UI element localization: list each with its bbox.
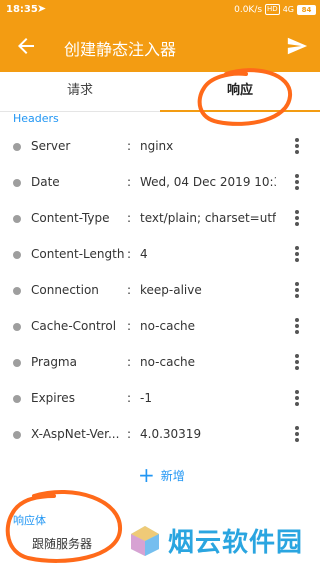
separator: :: [127, 175, 132, 189]
row-bullet: [13, 215, 21, 223]
header-row[interactable]: Connection : keep-alive: [0, 273, 320, 309]
header-value: 4.0.30319: [140, 427, 202, 441]
status-time: 18:35: [6, 4, 38, 15]
watermark: 烟云软件园: [128, 522, 303, 559]
network-speed: 0.0K/s: [234, 4, 263, 15]
header-key: Server: [31, 139, 71, 153]
add-header-button[interactable]: + 新增: [138, 464, 185, 486]
back-arrow-icon[interactable]: [14, 34, 38, 58]
separator: :: [127, 247, 132, 261]
row-bullet: [13, 251, 21, 259]
row-bullet: [13, 287, 21, 295]
more-vert-icon[interactable]: [292, 138, 302, 156]
header-value: Wed, 04 Dec 2019 10:3...: [140, 175, 276, 189]
more-vert-icon[interactable]: [292, 246, 302, 264]
status-indicators: 0.0K/s HD 4G 84: [234, 4, 316, 15]
row-bullet: [13, 323, 21, 331]
header-key: Connection: [31, 283, 99, 297]
header-row[interactable]: Server : nginx: [0, 129, 320, 165]
app-bar: 创建静态注入器: [0, 22, 320, 72]
header-value: no-cache: [140, 319, 196, 333]
more-vert-icon[interactable]: [292, 174, 302, 192]
more-vert-icon[interactable]: [292, 210, 302, 228]
row-bullet: [13, 179, 21, 187]
header-value: text/plain; charset=utf-8: [140, 211, 276, 225]
header-value: keep-alive: [140, 283, 202, 297]
battery-icon: 84: [297, 4, 316, 15]
separator: :: [127, 319, 132, 333]
tab-bar: 请求 响应: [0, 72, 320, 112]
header-row[interactable]: X-AspNet-Ver... : 4.0.30319: [0, 417, 320, 453]
row-bullet: [13, 431, 21, 439]
response-body-section-title: 响应体: [13, 514, 46, 527]
watermark-text: 烟云软件园: [168, 528, 304, 558]
more-vert-icon[interactable]: [292, 390, 302, 408]
location-arrow-icon: ➤: [37, 2, 47, 15]
separator: :: [127, 391, 132, 405]
tab-response[interactable]: 响应: [160, 72, 320, 112]
separator: :: [127, 283, 132, 297]
header-row[interactable]: Content-Type : text/plain; charset=utf-8: [0, 201, 320, 237]
hd-badge: HD: [265, 4, 280, 15]
annotation-circle-response-body: [5, 490, 123, 563]
send-icon[interactable]: [286, 35, 308, 57]
header-row[interactable]: Content-Length : 4: [0, 237, 320, 273]
header-row[interactable]: Pragma : no-cache: [0, 345, 320, 381]
header-key: Pragma: [31, 355, 77, 369]
separator: :: [127, 211, 132, 225]
more-vert-icon[interactable]: [292, 318, 302, 336]
row-bullet: [13, 143, 21, 151]
row-bullet: [13, 395, 21, 403]
tab-request[interactable]: 请求: [0, 72, 160, 112]
header-key: Expires: [31, 391, 75, 405]
header-value: 4: [140, 247, 148, 261]
header-value: no-cache: [140, 355, 196, 369]
header-row[interactable]: Date : Wed, 04 Dec 2019 10:3...: [0, 165, 320, 201]
header-value: -1: [140, 391, 152, 405]
header-row[interactable]: Cache-Control : no-cache: [0, 309, 320, 345]
signal-icon: 4G: [282, 5, 294, 14]
response-body-mode[interactable]: 跟随服务器: [32, 535, 92, 552]
watermark-logo-icon: [131, 525, 159, 556]
headers-section-title: Headers: [13, 112, 59, 125]
more-vert-icon[interactable]: [292, 354, 302, 372]
more-vert-icon[interactable]: [292, 426, 302, 444]
separator: :: [127, 355, 132, 369]
header-key: Date: [31, 175, 60, 189]
header-key: Cache-Control: [31, 319, 117, 333]
status-bar: 18:35 ➤ 0.0K/s HD 4G 84: [0, 0, 320, 22]
separator: :: [127, 427, 132, 441]
header-key: X-AspNet-Ver...: [31, 427, 120, 441]
separator: :: [127, 139, 132, 153]
row-bullet: [13, 359, 21, 367]
header-value: nginx: [140, 139, 174, 153]
add-header-label: 新增: [160, 468, 185, 483]
plus-icon: +: [138, 463, 155, 487]
tab-indicator: [160, 110, 320, 112]
header-key: Content-Length: [31, 247, 125, 261]
header-row[interactable]: Expires : -1: [0, 381, 320, 417]
more-vert-icon[interactable]: [292, 282, 302, 300]
header-key: Content-Type: [31, 211, 110, 225]
page-title: 创建静态注入器: [64, 40, 177, 59]
